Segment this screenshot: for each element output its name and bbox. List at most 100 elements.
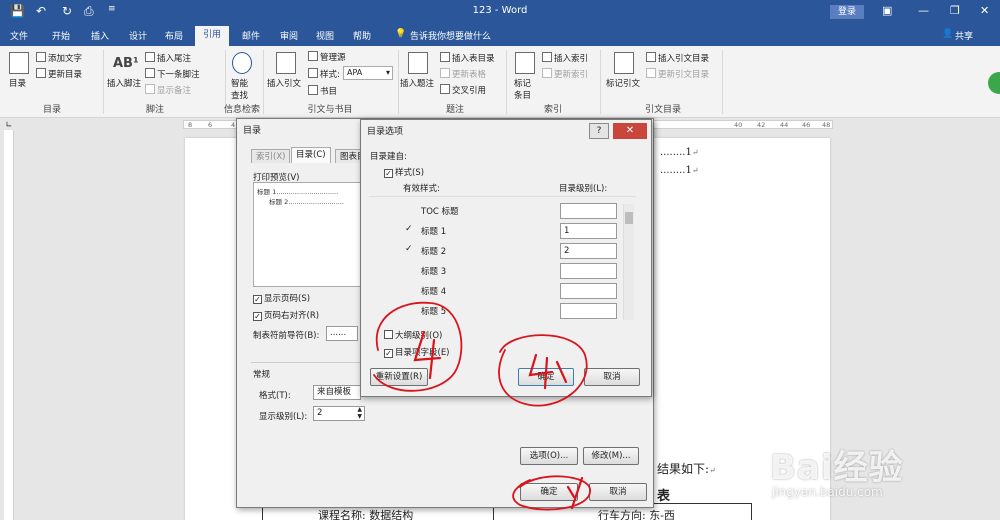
tab-references[interactable]: 引用: [195, 26, 229, 46]
toc-level-field[interactable]: [560, 283, 617, 299]
tab-home[interactable]: 开始: [52, 29, 70, 42]
build-from-label: 目录建自:: [370, 152, 407, 162]
insert-citation-icon[interactable]: [276, 52, 296, 74]
toc-button[interactable]: 目录: [9, 77, 26, 89]
tab-view[interactable]: 视图: [316, 29, 334, 42]
update-toc-label: 更新目录: [48, 70, 83, 80]
toc-ok-button[interactable]: 确定: [520, 483, 578, 501]
table-entry-fields-checkbox[interactable]: ✓ 目录项字段(E): [384, 346, 450, 358]
mark-entry-button[interactable]: 标记条目: [514, 77, 536, 101]
tab-mailings[interactable]: 邮件: [242, 29, 260, 42]
vertical-ruler[interactable]: [4, 130, 14, 520]
list-item[interactable]: TOC 标题: [369, 201, 636, 221]
smart-lookup-icon[interactable]: [232, 52, 252, 74]
close-icon[interactable]: ✕: [980, 4, 989, 17]
ribbon-separator: [263, 50, 264, 114]
toc-level-field[interactable]: 1: [560, 223, 617, 239]
scrollbar-thumb[interactable]: [625, 212, 633, 224]
smart-lookup-button[interactable]: 智能查找: [231, 77, 255, 101]
bibliography-button[interactable]: 书目: [308, 85, 337, 97]
toc-level-field[interactable]: [560, 263, 617, 279]
watermark-site: jingyan.baidu.com: [772, 485, 883, 499]
insert-index-icon: [542, 52, 552, 62]
right-align-checkbox[interactable]: ✓ 页码右对齐(R): [253, 309, 319, 321]
modify-button[interactable]: 修改(M)...: [583, 447, 639, 465]
formats-select[interactable]: 来自模板: [313, 385, 361, 400]
update-index-button[interactable]: 更新索引: [542, 68, 588, 80]
mark-citation-icon[interactable]: [614, 52, 634, 74]
insert-caption-icon[interactable]: [408, 52, 428, 74]
update-table-button[interactable]: 更新表格: [440, 68, 486, 80]
cross-reference-label: 交叉引用: [452, 86, 487, 96]
list-item[interactable]: 标题 5: [369, 301, 636, 321]
insert-table-of-figures-button[interactable]: 插入表目录: [440, 52, 495, 64]
options-cancel-button[interactable]: 取消: [584, 368, 640, 386]
update-toa-icon: [646, 68, 656, 78]
tell-me-search[interactable]: 告诉我你想要做什么: [410, 29, 491, 42]
next-footnote-label: 下一条脚注: [157, 70, 200, 80]
tab-review[interactable]: 审阅: [280, 29, 298, 42]
close-icon[interactable]: ✕: [613, 123, 647, 139]
body-text: 结果如下:↵: [657, 460, 716, 477]
tab-toc[interactable]: 目录(C): [291, 147, 331, 163]
checkbox-checked-icon: ✓: [384, 169, 393, 178]
ribbon-display-icon[interactable]: ▣: [882, 4, 892, 17]
insert-index-button[interactable]: 插入索引: [542, 52, 588, 64]
insert-endnote-button[interactable]: 插入尾注: [145, 52, 191, 64]
options-ok-button[interactable]: 确定: [518, 368, 574, 386]
login-button[interactable]: 登录: [830, 5, 864, 19]
available-styles-list[interactable]: TOC 标题 ✓ 标题 1 1 ✓ 标题 2 2 标题 3 标题 4 标题 5: [369, 196, 636, 321]
add-text-button[interactable]: 添加文字: [36, 52, 82, 64]
styles-scrollbar[interactable]: [623, 204, 634, 320]
tab-file[interactable]: 文件: [10, 29, 28, 42]
tab-layout[interactable]: 布局: [165, 29, 183, 42]
restore-icon[interactable]: ❐: [950, 4, 960, 17]
cross-reference-button[interactable]: 交叉引用: [440, 84, 486, 96]
toc-entry-line: ........1↵: [660, 165, 699, 176]
list-item[interactable]: ✓ 标题 1 1: [369, 221, 636, 241]
insert-citation-button[interactable]: 插入引文: [267, 77, 301, 89]
styles-checkbox[interactable]: ✓ 样式(S): [384, 166, 424, 178]
tab-leader-select[interactable]: ......: [326, 326, 358, 341]
outline-levels-checkbox[interactable]: 大纲级别(O): [384, 329, 442, 341]
tab-selector-icon[interactable]: ∟: [4, 120, 14, 129]
toc-cancel-button[interactable]: 取消: [589, 483, 647, 501]
tab-index[interactable]: 索引(X): [251, 149, 291, 163]
outline-levels-label: 大纲级别(O): [395, 331, 443, 341]
show-notes-button[interactable]: 显示备注: [145, 84, 191, 96]
options-button[interactable]: 选项(O)...: [520, 447, 578, 465]
update-toa-button[interactable]: 更新引文目录: [646, 68, 709, 80]
update-table-icon: [440, 68, 450, 78]
list-item[interactable]: ✓ 标题 2 2: [369, 241, 636, 261]
toc-level-field[interactable]: [560, 203, 617, 219]
show-levels-spinner[interactable]: 2 ▲ ▼: [313, 406, 365, 421]
update-toc-button[interactable]: 更新目录: [36, 68, 82, 80]
insert-table-of-figures-label: 插入表目录: [452, 54, 495, 64]
toc-level-field[interactable]: [560, 303, 617, 319]
list-item[interactable]: 标题 3: [369, 261, 636, 281]
insert-toa-button[interactable]: 插入引文目录: [646, 52, 709, 64]
toc-icon[interactable]: [9, 52, 29, 74]
manage-sources-button[interactable]: 管理源: [308, 51, 346, 63]
mark-citation-button[interactable]: 标记引文: [606, 77, 640, 89]
insert-footnote-button[interactable]: 插入脚注: [107, 77, 141, 89]
list-item[interactable]: 标题 4: [369, 281, 636, 301]
spinner-arrows-icon[interactable]: ▲ ▼: [357, 406, 362, 420]
toc-level-field[interactable]: 2: [560, 243, 617, 259]
next-footnote-button[interactable]: 下一条脚注: [145, 68, 200, 80]
citation-style-select[interactable]: APA ▾: [343, 66, 393, 80]
mark-entry-icon[interactable]: [515, 52, 535, 74]
toc-dialog-title: 目录: [243, 126, 262, 136]
show-page-numbers-checkbox[interactable]: ✓ 显示页码(S): [253, 292, 310, 304]
ruler-tick: 40: [734, 121, 743, 129]
tab-help[interactable]: 帮助: [353, 29, 371, 42]
tab-design[interactable]: 设计: [129, 29, 147, 42]
tab-insert[interactable]: 插入: [91, 29, 109, 42]
insert-caption-button[interactable]: 插入题注: [400, 77, 434, 89]
help-icon[interactable]: ?: [589, 123, 609, 139]
reset-button[interactable]: 重新设置(R): [370, 368, 428, 386]
group-label-captions: 题注: [445, 105, 464, 115]
minimize-icon[interactable]: —: [918, 4, 929, 17]
share-button[interactable]: 共享: [955, 29, 973, 42]
insert-endnote-label: 插入尾注: [157, 54, 192, 64]
